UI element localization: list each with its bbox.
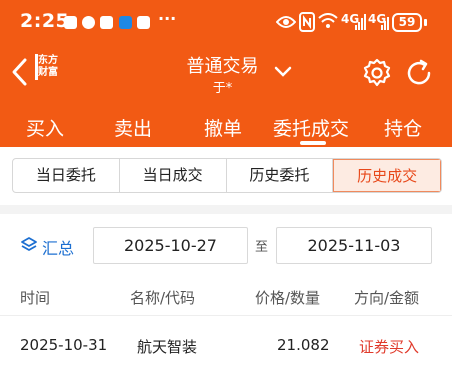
column-header-time: 时间 — [20, 289, 51, 307]
signal-icon — [355, 14, 366, 30]
more-notifications-icon: ··· — [158, 9, 177, 28]
cell-name: 航天智装 — [137, 338, 198, 356]
table-header: 时间 名称/代码 价格/数量 方向/金额 — [0, 280, 452, 314]
sub-tab-container: 当日委托 当日成交 历史委托 历史成交 — [0, 147, 452, 205]
tab-buy[interactable]: 买入 — [26, 114, 64, 141]
notification-search-icon — [119, 16, 132, 29]
subtab-history-orders[interactable]: 历史委托 — [227, 159, 334, 192]
status-time: 2:25 — [20, 10, 70, 32]
cell-price: 21.082 — [277, 336, 330, 354]
sub-tab-bar: 当日委托 当日成交 历史委托 历史成交 — [12, 158, 442, 193]
eye-icon — [276, 16, 296, 28]
date-range-separator: 至 — [255, 240, 269, 255]
cell-direction: 证券买入 — [359, 338, 420, 356]
column-header-name-code: 名称/代码 — [130, 289, 196, 307]
start-date-field[interactable]: 2025-10-27 — [93, 227, 248, 264]
status-bar: 2:25 ··· 4G 4G 59 — [0, 0, 452, 44]
header-divider — [0, 315, 452, 316]
subtab-history-trades[interactable]: 历史成交 — [333, 159, 441, 192]
subtab-today-trades[interactable]: 当日成交 — [120, 159, 227, 192]
section-divider — [0, 205, 452, 214]
signal-icon — [381, 17, 389, 30]
tab-orders-trades[interactable]: 委托成交 — [273, 114, 349, 141]
notification-app-icon — [64, 16, 77, 29]
active-tab-indicator — [300, 141, 326, 145]
cell-time: 2025-10-31 — [20, 336, 108, 354]
battery-level: 59 — [398, 15, 416, 29]
account-name[interactable]: 于* — [160, 77, 285, 96]
settings-gear-icon[interactable] — [362, 58, 392, 88]
subtab-today-orders[interactable]: 当日委托 — [13, 159, 120, 192]
chevron-down-icon[interactable] — [272, 64, 294, 80]
date-filter: 汇总 2025-10-27 至 2025-11-03 — [0, 214, 452, 274]
app-header: 2:25 ··· 4G 4G 59 东方财富 普通交易 于* 买入 卖出 撤单 … — [0, 0, 452, 147]
back-arrow-icon[interactable] — [8, 54, 32, 90]
tab-positions[interactable]: 持仓 — [384, 114, 422, 141]
nfc-icon — [299, 12, 315, 32]
notification-app-icon — [137, 16, 150, 29]
end-date-field[interactable]: 2025-11-03 — [276, 227, 432, 264]
tab-sell[interactable]: 卖出 — [114, 114, 152, 141]
layers-icon[interactable] — [20, 236, 38, 254]
notification-app-icon — [100, 16, 113, 29]
battery-icon: 59 — [392, 13, 422, 32]
logo-text: 东方财富 — [38, 55, 58, 78]
table-row[interactable]: 2025-10-31 航天智装 21.082 证券买入 — [0, 328, 452, 365]
refresh-icon[interactable] — [404, 58, 434, 88]
summary-button[interactable]: 汇总 — [42, 235, 74, 259]
main-tab-bar: 买入 卖出 撤单 委托成交 持仓 — [0, 108, 452, 144]
battery-tip — [424, 19, 427, 26]
notification-app-icon — [82, 16, 95, 29]
column-header-direction-amount: 方向/金额 — [354, 289, 420, 307]
column-header-price-qty: 价格/数量 — [255, 289, 321, 307]
page-title[interactable]: 普通交易 — [160, 52, 285, 78]
app-logo: 东方财富 — [34, 52, 62, 82]
wifi-icon — [318, 13, 338, 28]
tab-cancel-order[interactable]: 撤单 — [204, 114, 242, 141]
